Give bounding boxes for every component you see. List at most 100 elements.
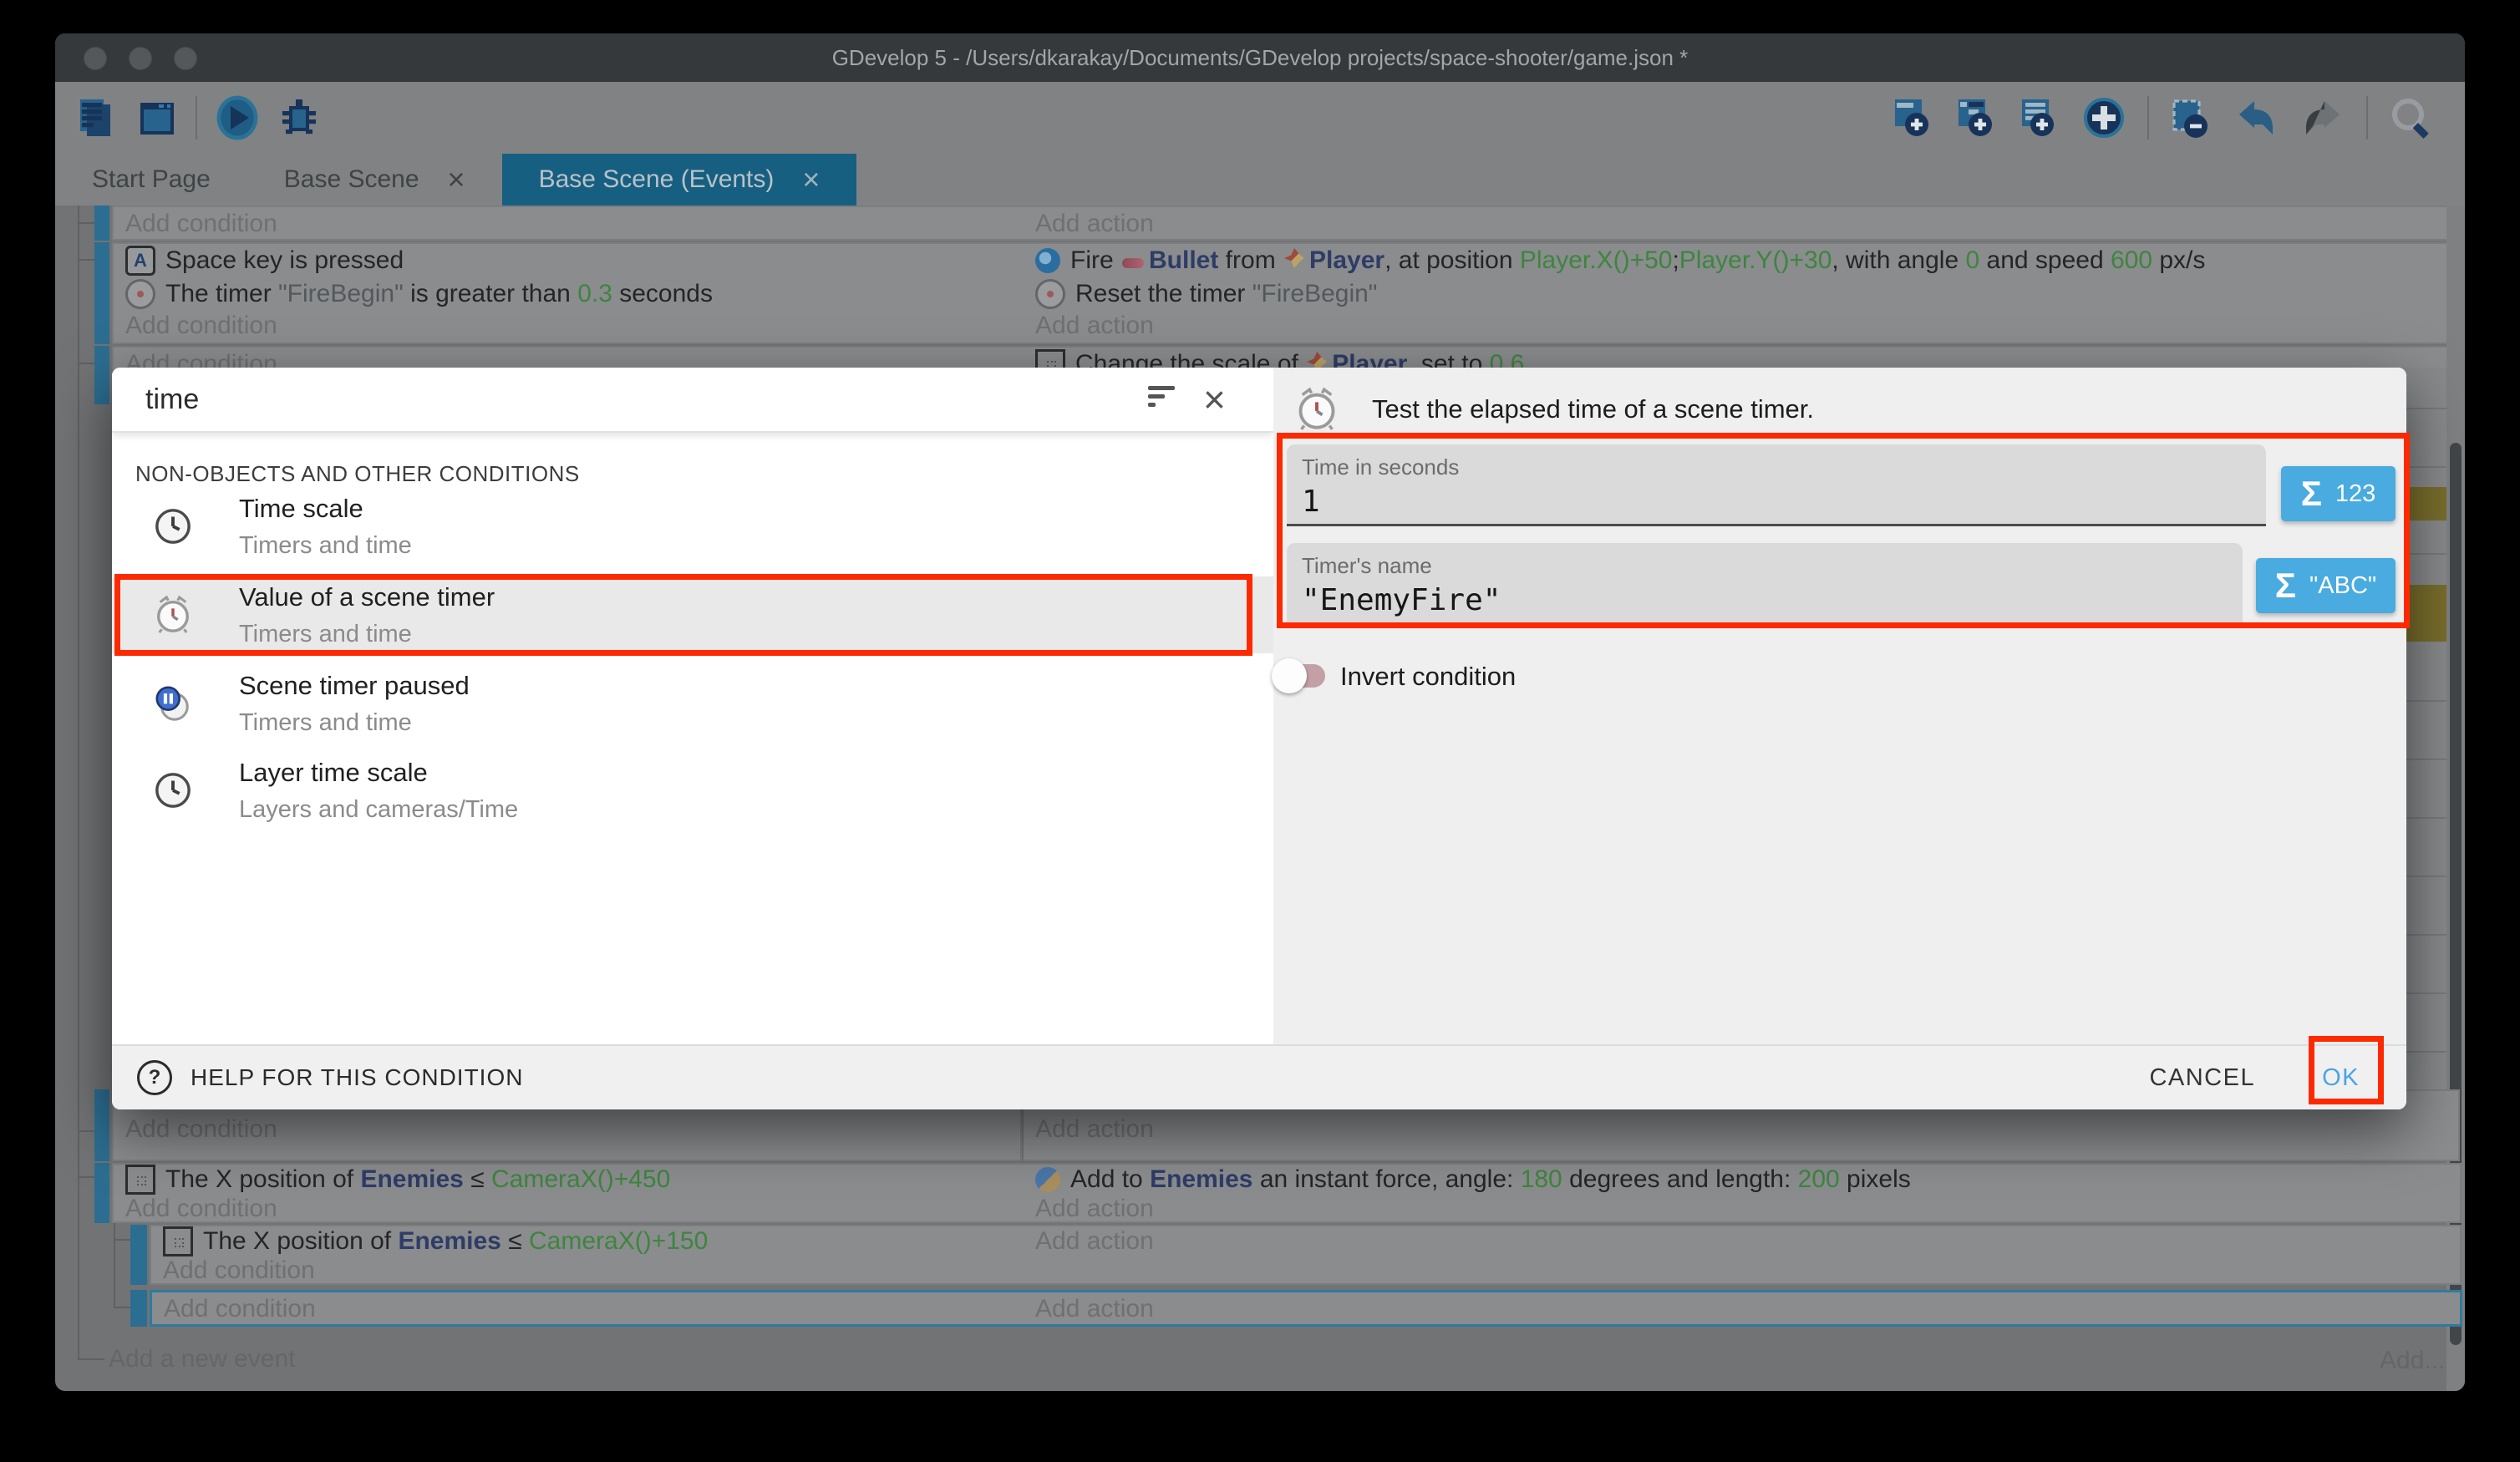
- list-item-title: Time scale: [239, 494, 412, 524]
- list-item-title: Layer time scale: [239, 758, 518, 788]
- event-color-bar: [94, 1163, 109, 1223]
- tab-label: Start Page: [92, 165, 211, 194]
- event-color-bar: [130, 1225, 147, 1285]
- add-action-button[interactable]: Add action: [1024, 207, 2460, 241]
- filter-icon[interactable]: [1148, 386, 1176, 413]
- annotation-rect-ok-button: [2309, 1036, 2384, 1104]
- help-button[interactable]: ? HELP FOR THIS CONDITION: [137, 1046, 523, 1109]
- actions-column: Fire Bullet from Player, at position Pla…: [1024, 242, 2462, 344]
- close-tab-icon[interactable]: ×: [802, 165, 820, 195]
- add-action-button[interactable]: Add action: [1024, 311, 2460, 341]
- list-item-subtitle: Timers and time: [239, 709, 470, 737]
- add-condition-button[interactable]: Add condition: [114, 1113, 1020, 1146]
- list-item-title: Scene timer paused: [239, 671, 470, 701]
- preview-window-button[interactable]: [135, 96, 179, 140]
- actions-column: Add to Enemies an instant force, angle: …: [1024, 1163, 2462, 1223]
- condition-item[interactable]: Space key is pressed: [114, 244, 1024, 277]
- close-icon[interactable]: ×: [1203, 374, 1226, 424]
- clock-icon: [147, 507, 199, 546]
- add-action-button[interactable]: Add action: [1024, 1226, 2460, 1256]
- close-tab-icon[interactable]: ×: [448, 165, 465, 195]
- add-condition-button[interactable]: Add condition: [114, 311, 1024, 341]
- tab-label: Base Scene: [284, 165, 419, 194]
- remove-selection-button[interactable]: [2169, 96, 2213, 140]
- list-item-subtitle: Layers and cameras/Time: [239, 796, 518, 824]
- action-item[interactable]: Reset the timer "FireBegin": [1024, 277, 2460, 311]
- tab-bar: Start Page Base Scene × Base Scene (Even…: [55, 154, 2465, 206]
- add-condition-button[interactable]: Add condition: [114, 207, 1024, 241]
- condition-text: The X position of Enemies ≤ CameraX()+15…: [203, 1227, 708, 1256]
- event-tree-line: [78, 206, 79, 1360]
- keyboard-key-icon: [125, 246, 155, 276]
- fire-bullet-icon: [1035, 248, 1060, 273]
- tab-start-page[interactable]: Start Page: [55, 154, 247, 206]
- action-item[interactable]: Fire Bullet from Player, at position Pla…: [1024, 244, 2460, 277]
- condition-text: Space key is pressed: [165, 246, 404, 275]
- sub-event-row: The X position of Enemies ≤ CameraX()+15…: [130, 1225, 2460, 1285]
- conditions-column: The X position of Enemies ≤ CameraX()+15…: [150, 1225, 1025, 1285]
- add-more-button[interactable]: Add...: [2380, 1347, 2445, 1375]
- add-subevent-button[interactable]: [1954, 96, 1997, 140]
- project-manager-button[interactable]: [75, 96, 119, 140]
- title-bar: GDevelop 5 - /Users/dkarakay/Documents/G…: [55, 33, 2465, 82]
- search-icon[interactable]: [2388, 94, 2435, 141]
- action-text: Add to Enemies an instant force, angle: …: [1070, 1165, 1911, 1194]
- list-item-scene-timer-paused[interactable]: Scene timer paused Timers and time: [112, 660, 1273, 747]
- condition-item[interactable]: The timer "FireBegin" is greater than 0.…: [114, 277, 1024, 311]
- event-color-bar: [130, 1290, 147, 1327]
- action-text: Fire Bullet from Player, at position Pla…: [1070, 246, 2205, 275]
- add-new-event-button[interactable]: Add a new event: [109, 1345, 296, 1373]
- dialog-footer: ? HELP FOR THIS CONDITION CANCEL OK: [112, 1044, 2406, 1109]
- event-tree-connector: [78, 1358, 104, 1360]
- event-color-bar: [94, 206, 109, 241]
- event-row: The X position of Enemies ≤ CameraX()+45…: [94, 1163, 2460, 1223]
- add-action-button[interactable]: Add action: [1024, 1113, 2458, 1146]
- list-item-time-scale[interactable]: Time scale Timers and time: [112, 481, 1273, 571]
- timer-icon: [1035, 279, 1065, 309]
- add-event-button[interactable]: [1890, 96, 1933, 140]
- action-text: Reset the timer "FireBegin": [1075, 280, 1377, 308]
- clock-icon: [147, 771, 199, 810]
- add-action-button[interactable]: Add action: [1024, 1195, 2460, 1223]
- action-item[interactable]: Add to Enemies an instant force, angle: …: [1024, 1165, 2460, 1195]
- main-toolbar: [55, 82, 2465, 154]
- invert-condition-toggle[interactable]: [1278, 664, 1325, 688]
- add-condition-button[interactable]: Add condition: [114, 1195, 1024, 1223]
- tab-base-scene-events[interactable]: Base Scene (Events) ×: [502, 154, 857, 206]
- pause-timer-icon: [147, 684, 199, 723]
- debug-button[interactable]: [277, 96, 321, 140]
- tab-base-scene[interactable]: Base Scene ×: [247, 154, 502, 206]
- condition-item[interactable]: The X position of Enemies ≤ CameraX()+15…: [151, 1226, 1024, 1256]
- add-condition-button[interactable]: Add condition: [152, 1292, 1024, 1326]
- cancel-button[interactable]: CANCEL: [2149, 1064, 2255, 1092]
- condition-list-panel: time × NON-OBJECTS AND OTHER CONDITIONS …: [112, 368, 1273, 1046]
- subevent-tree-line: [114, 1221, 115, 1308]
- tab-label: Base Scene (Events): [539, 165, 775, 194]
- annotation-rect-selected-condition: [114, 574, 1252, 656]
- add-condition-button[interactable]: Add condition: [151, 1256, 1024, 1285]
- timer-icon: [125, 279, 155, 309]
- screenshot-stage: GDevelop 5 - /Users/dkarakay/Documents/G…: [0, 0, 2520, 1462]
- condition-text: The timer "FireBegin" is greater than 0.…: [165, 280, 713, 308]
- add-comment-button[interactable]: [2017, 96, 2060, 140]
- add-any-event-button[interactable]: [2081, 94, 2127, 141]
- condition-text: The X position of Enemies ≤ CameraX()+45…: [165, 1165, 670, 1194]
- position-icon: [125, 1165, 155, 1195]
- event-color-bar: [94, 346, 109, 404]
- toggle-knob: [1272, 658, 1307, 693]
- actions-column: Add action: [1024, 206, 2462, 241]
- sub-event-row-selected: Add condition Add action: [130, 1290, 2460, 1327]
- search-input[interactable]: time: [145, 368, 199, 431]
- event-tree-connector: [78, 1176, 94, 1178]
- condition-item[interactable]: The X position of Enemies ≤ CameraX()+45…: [114, 1165, 1024, 1195]
- event-tree-connector: [78, 363, 94, 364]
- play-button[interactable]: [214, 94, 261, 141]
- search-bar[interactable]: time ×: [112, 368, 1273, 433]
- undo-icon[interactable]: [2233, 94, 2279, 141]
- list-item-layer-time-scale[interactable]: Layer time scale Layers and cameras/Time: [112, 747, 1273, 834]
- annotation-rect-parameter-fields: [1277, 433, 2410, 628]
- actions-column: Add action: [1024, 1290, 2462, 1327]
- add-action-button[interactable]: Add action: [1024, 1292, 2460, 1326]
- redo-icon[interactable]: [2299, 94, 2346, 141]
- event-tree-connector: [78, 259, 94, 261]
